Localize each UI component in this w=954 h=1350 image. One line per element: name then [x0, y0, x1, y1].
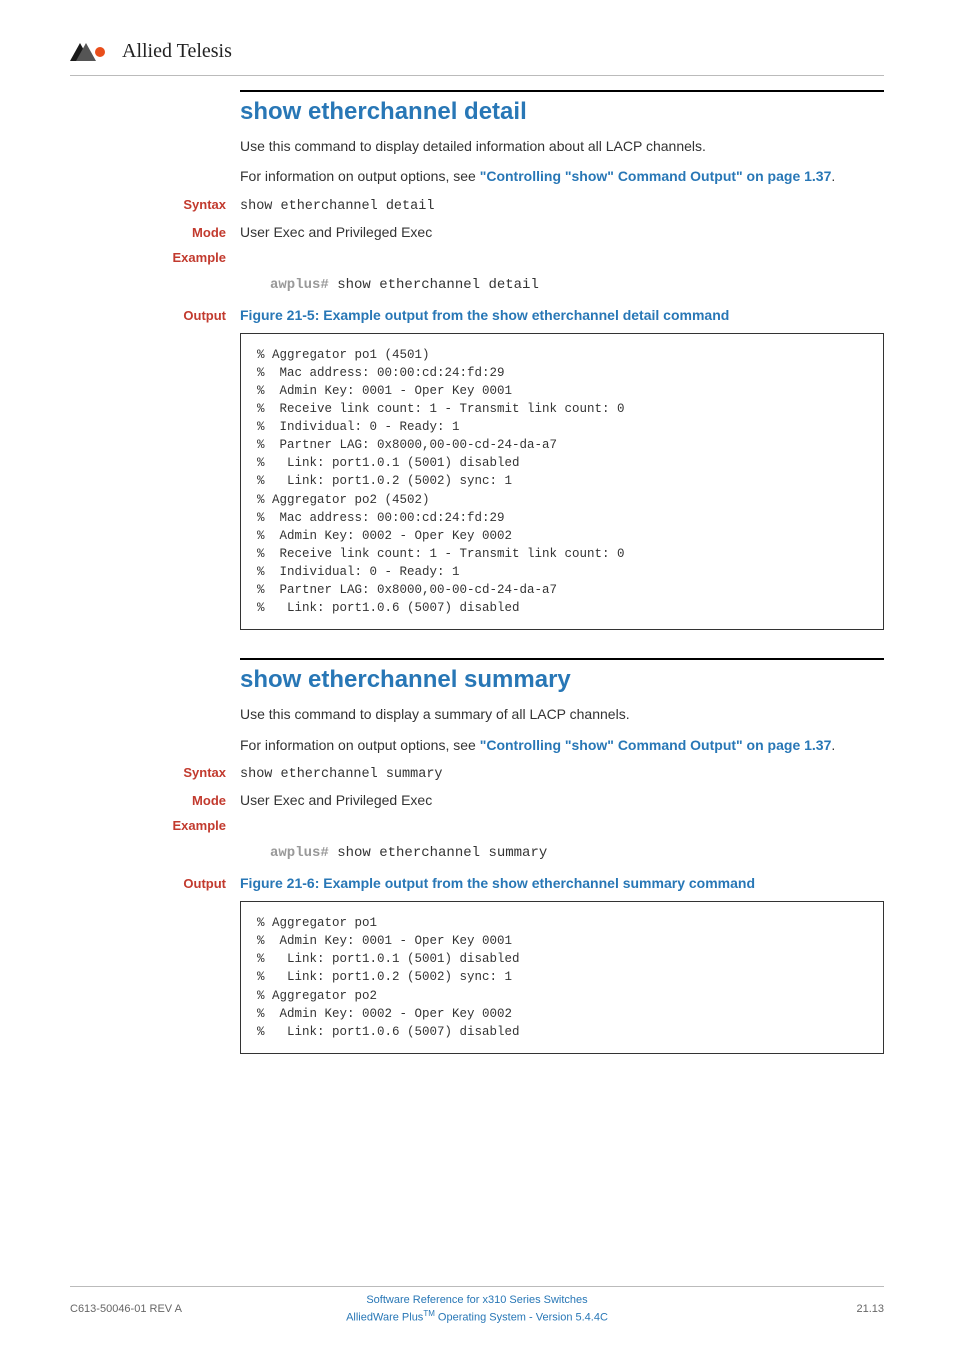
info-paragraph: For information on output options, see "… [240, 735, 884, 755]
content-area: show etherchannel detail Use this comman… [130, 90, 884, 1054]
example-label: Example [130, 250, 240, 265]
section-show-etherchannel-detail: show etherchannel detail Use this comman… [130, 90, 884, 630]
brand-name: Allied Telesis [122, 40, 232, 63]
example-row: Example [130, 818, 884, 833]
output-box: % Aggregator po1 (4501) % Mac address: 0… [240, 333, 884, 631]
figure-title: Figure 21-5: Example output from the sho… [240, 307, 729, 323]
header-divider [70, 75, 884, 76]
section-show-etherchannel-summary: show etherchannel summary Use this comma… [130, 658, 884, 1053]
footer-line2-suffix: Operating System - Version 5.4.4C [435, 1312, 608, 1324]
mode-label: Mode [130, 793, 240, 808]
section-divider [240, 658, 884, 660]
syntax-row: Syntax show etherchannel summary [130, 765, 884, 782]
mode-row: Mode User Exec and Privileged Exec [130, 792, 884, 808]
example-block: awplus# show etherchannel detail [270, 275, 884, 293]
syntax-label: Syntax [130, 197, 240, 212]
footer-line1: Software Reference for x310 Series Switc… [366, 1294, 587, 1306]
footer-tm: TM [423, 1309, 435, 1318]
mode-label: Mode [130, 225, 240, 240]
output-label: Output [130, 308, 240, 323]
syntax-label: Syntax [130, 765, 240, 780]
command-description: Use this command to display detailed inf… [240, 136, 884, 156]
footer-center: Software Reference for x310 Series Switc… [274, 1293, 681, 1326]
page-footer: C613-50046-01 REV A Software Reference f… [70, 1286, 884, 1326]
info-prefix: For information on output options, see [240, 737, 480, 753]
cli-command: show etherchannel summary [329, 845, 547, 861]
example-block: awplus# show etherchannel summary [270, 843, 884, 861]
figure-title: Figure 21-6: Example output from the sho… [240, 875, 755, 891]
cli-command: show etherchannel detail [329, 277, 539, 293]
brand-logo-icon [70, 41, 114, 63]
header: Allied Telesis [70, 40, 884, 63]
command-description: Use this command to display a summary of… [240, 704, 884, 724]
footer-page-number: 21.13 [681, 1303, 885, 1315]
info-suffix: . [831, 168, 835, 184]
info-prefix: For information on output options, see [240, 168, 480, 184]
mode-value: User Exec and Privileged Exec [240, 224, 432, 240]
syntax-value: show etherchannel summary [240, 767, 443, 782]
cli-prompt: awplus# [270, 845, 329, 861]
info-link[interactable]: "Controlling "show" Command Output" on p… [480, 168, 832, 184]
mode-value: User Exec and Privileged Exec [240, 792, 432, 808]
output-box: % Aggregator po1 % Admin Key: 0001 - Ope… [240, 901, 884, 1054]
output-row: Output Figure 21-5: Example output from … [130, 307, 884, 323]
info-link[interactable]: "Controlling "show" Command Output" on p… [480, 737, 832, 753]
output-label: Output [130, 876, 240, 891]
footer-line2-prefix: AlliedWare Plus [346, 1312, 423, 1324]
syntax-value: show etherchannel detail [240, 199, 434, 214]
example-row: Example [130, 250, 884, 265]
output-row: Output Figure 21-6: Example output from … [130, 875, 884, 891]
command-title: show etherchannel detail [240, 98, 884, 126]
command-title: show etherchannel summary [240, 666, 884, 694]
footer-doc-id: C613-50046-01 REV A [70, 1303, 274, 1315]
example-label: Example [130, 818, 240, 833]
mode-row: Mode User Exec and Privileged Exec [130, 224, 884, 240]
info-paragraph: For information on output options, see "… [240, 166, 884, 186]
footer-divider [70, 1286, 884, 1287]
info-suffix: . [831, 737, 835, 753]
syntax-row: Syntax show etherchannel detail [130, 197, 884, 214]
cli-prompt: awplus# [270, 277, 329, 293]
section-divider [240, 90, 884, 92]
